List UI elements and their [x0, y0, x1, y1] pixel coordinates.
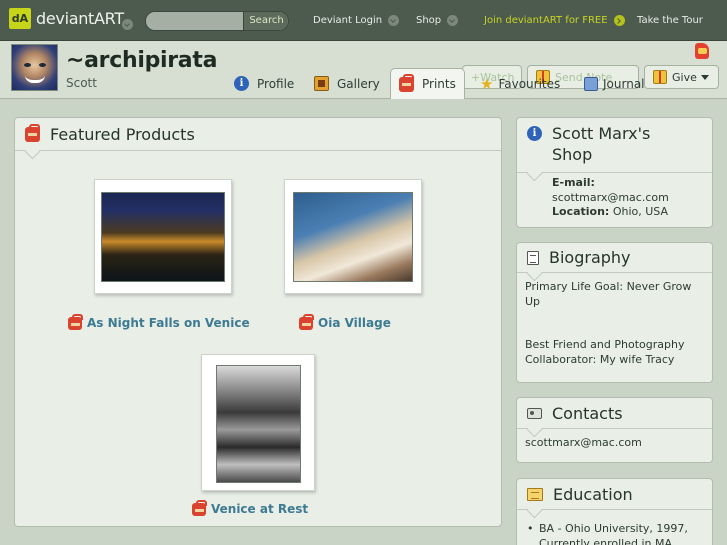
tab-gallery-label: Gallery [337, 76, 380, 91]
tab-favourites-label: Favourites [498, 76, 561, 91]
biography-line: Best Friend and Photography Collaborator… [525, 338, 685, 366]
product-title: As Night Falls on Venice [87, 316, 250, 330]
take-tour-link[interactable]: Take the Tour [637, 15, 703, 26]
shop-info-header: i Scott Marx's Shop [517, 118, 712, 173]
contacts-title: Contacts [552, 403, 623, 423]
search-button[interactable]: Search [243, 12, 288, 30]
tab-journal[interactable]: Journal [576, 69, 653, 98]
shop-email[interactable]: scottmarx@mac.com [552, 191, 704, 206]
shop-title: Scott Marx's Shop [552, 124, 651, 164]
document-icon [527, 250, 539, 265]
shop-label: Shop [416, 15, 442, 26]
education-body: • BA - Ohio University, 1997, Currently … [517, 510, 712, 545]
shop-location: Ohio, USA [612, 205, 668, 218]
oia-village-photo [293, 192, 413, 282]
venice-night-photo [101, 192, 225, 282]
product-title: Venice at Rest [211, 502, 309, 516]
product-link[interactable]: Oia Village [299, 313, 391, 330]
shop-info-body: E-mail: scottmarx@mac.com Location: Ohio… [517, 173, 712, 227]
avatar-eye [39, 63, 46, 67]
tab-profile[interactable]: i Profile [226, 69, 302, 98]
journal-icon [584, 76, 598, 91]
search-input[interactable] [146, 12, 243, 30]
contacts-header: Contacts [517, 398, 712, 429]
contact-email[interactable]: scottmarx@mac.com [525, 436, 704, 451]
chevron-right-icon [613, 15, 625, 26]
biography-panel: Biography Primary Life Goal: Never Grow … [516, 242, 713, 383]
contacts-body: scottmarx@mac.com [517, 429, 712, 458]
tab-journal-label: Journal [603, 76, 645, 91]
contacts-panel: Contacts scottmarx@mac.com [516, 397, 713, 463]
featured-products-panel: Featured Products As Night Falls on Veni… [14, 117, 502, 527]
caret-down-icon [700, 74, 709, 80]
avatar-eye [24, 63, 31, 67]
username[interactable]: ~archipirata [66, 48, 217, 73]
education-title: Education [553, 484, 633, 504]
top-navigation-bar: dA deviantART Search Deviant Login Shop … [0, 0, 727, 41]
gift-icon [653, 70, 667, 84]
biography-body: Primary Life Goal: Never Grow Up Best Fr… [517, 273, 712, 374]
avatar[interactable] [11, 44, 58, 91]
prints-icon [299, 313, 314, 330]
product-thumbnail-frame[interactable] [284, 179, 422, 294]
tab-prints[interactable]: Prints [390, 68, 465, 99]
real-name: Scott [66, 76, 97, 90]
product-link[interactable]: Venice at Rest [192, 499, 309, 516]
biography-header: Biography [517, 243, 712, 273]
info-icon: i [527, 126, 542, 141]
join-label: Join deviantART for FREE [484, 15, 608, 26]
biography-title: Biography [549, 248, 631, 267]
join-link[interactable]: Join deviantART for FREE [484, 15, 625, 26]
email-label: E-mail: [552, 176, 595, 189]
logo-text: deviantART [36, 9, 124, 28]
deviantart-logo-icon: dA [9, 8, 31, 29]
shop-link[interactable]: Shop [416, 15, 459, 26]
chevron-down-icon [447, 15, 459, 26]
tab-gallery[interactable]: Gallery [306, 69, 388, 98]
give-button[interactable]: Give [644, 65, 719, 89]
education-panel: Education • BA - Ohio University, 1997, … [516, 478, 713, 545]
deviant-login-link[interactable]: Deviant Login [313, 15, 400, 26]
take-tour-label: Take the Tour [637, 15, 703, 26]
deviant-login-label: Deviant Login [313, 15, 383, 26]
avatar-mouth [25, 75, 45, 83]
tab-prints-label: Prints [422, 77, 456, 91]
featured-products-header: Featured Products [15, 118, 501, 151]
product-title: Oia Village [318, 316, 391, 330]
logo-menu-chevron-icon[interactable] [122, 19, 133, 30]
deviantart-logo[interactable]: dA deviantART [9, 8, 124, 29]
prints-icon [192, 499, 207, 516]
education-item-cont: Currently enrolled in MA [539, 536, 673, 545]
venice-at-rest-photo [216, 365, 301, 483]
prints-icon [68, 313, 83, 330]
featured-products-title: Featured Products [50, 124, 195, 144]
education-item: BA - Ohio University, 1997, [539, 522, 688, 535]
biography-line: Primary Life Goal: Never Grow Up [525, 280, 692, 308]
tab-favourites[interactable]: ★ Favourites [472, 69, 568, 98]
education-header: Education [517, 479, 712, 510]
gallery-icon [314, 76, 329, 91]
give-label: Give [672, 70, 697, 84]
location-label: Location: [552, 205, 610, 218]
info-icon: i [234, 76, 249, 91]
product-thumbnail-frame[interactable] [201, 354, 315, 491]
hand-icon[interactable] [695, 43, 709, 59]
certificate-icon [527, 487, 543, 501]
contact-card-icon [527, 407, 542, 419]
tab-profile-label: Profile [257, 76, 295, 91]
star-icon: ★ [480, 74, 494, 93]
search-box: Search [145, 11, 289, 31]
prints-icon [25, 123, 40, 142]
shop-info-panel: i Scott Marx's Shop E-mail: scottmarx@ma… [516, 117, 713, 228]
profile-header: ~archipirata Scott +Watch Send Note Give… [0, 41, 727, 99]
prints-icon [399, 73, 414, 92]
bullet: • [527, 522, 534, 535]
chevron-down-icon [388, 15, 400, 26]
product-thumbnail-frame[interactable] [94, 179, 232, 294]
product-link[interactable]: As Night Falls on Venice [68, 313, 250, 330]
